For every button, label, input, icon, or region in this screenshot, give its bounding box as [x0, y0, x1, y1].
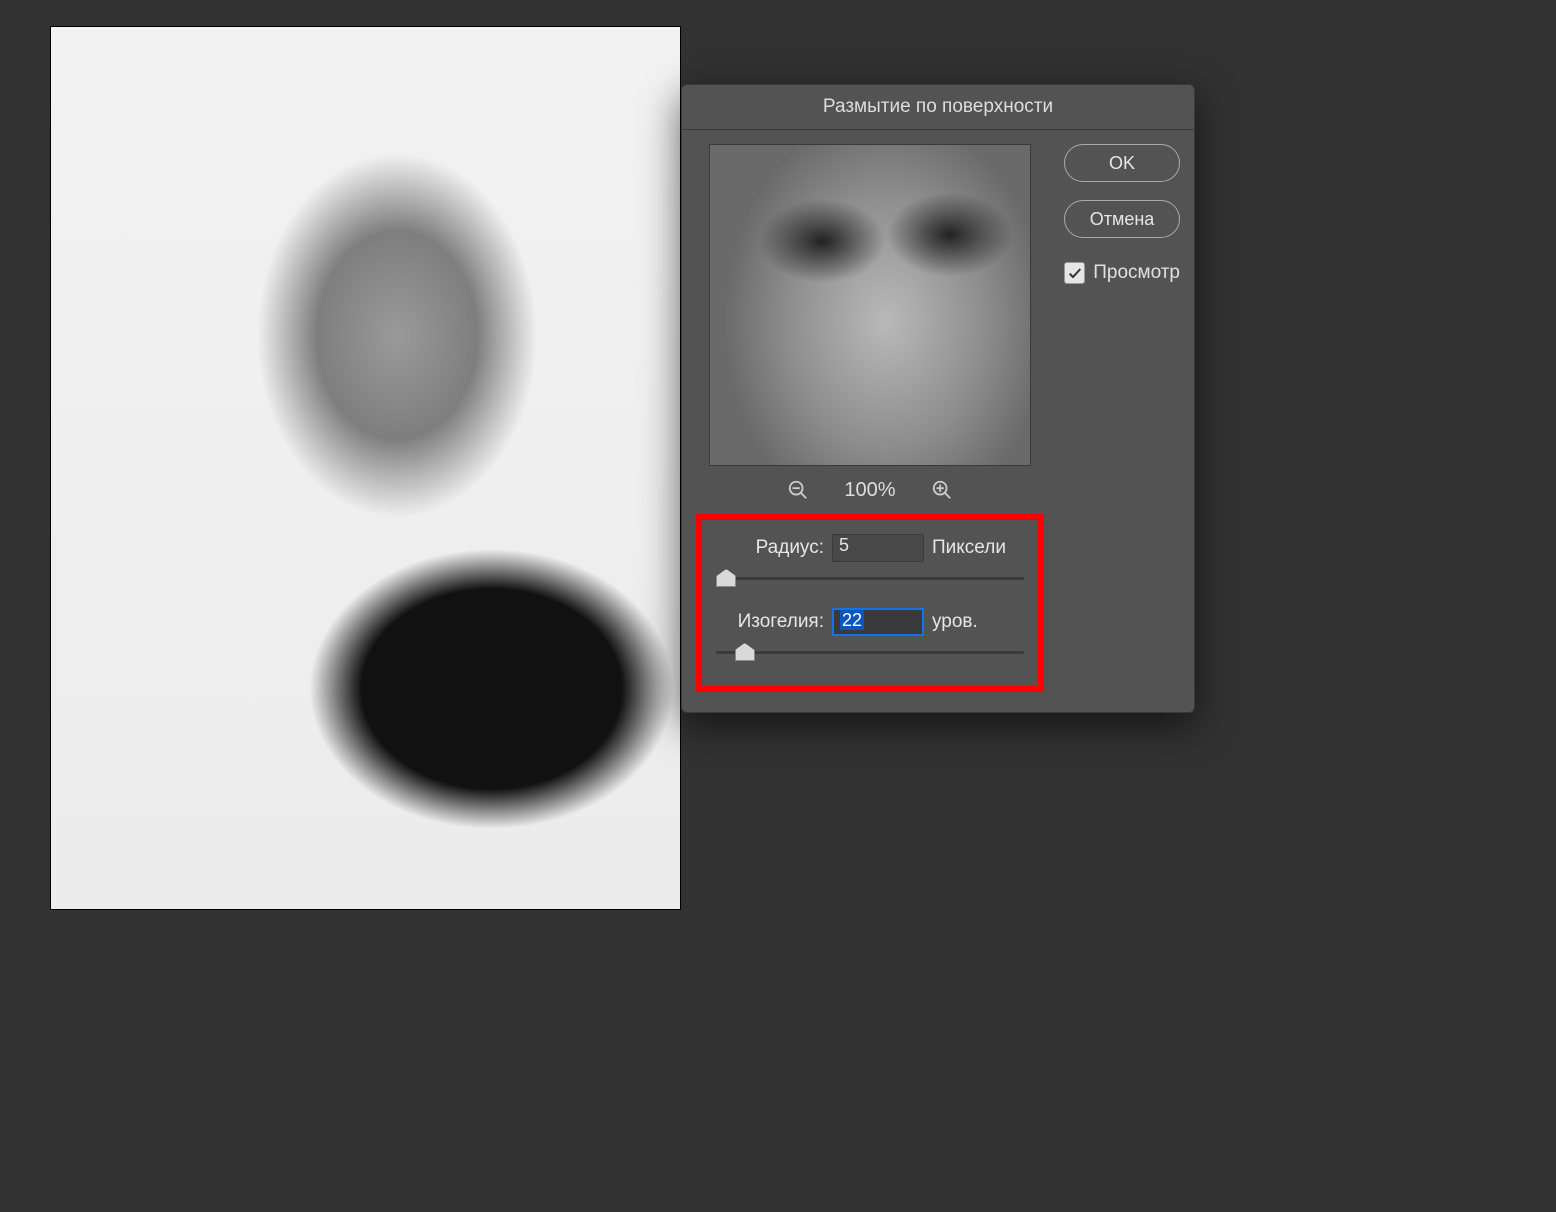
zoom-out-icon[interactable]	[784, 476, 812, 504]
document-canvas-image	[50, 26, 681, 910]
preview-checkbox[interactable]	[1064, 262, 1085, 284]
threshold-units: уров.	[932, 611, 1012, 633]
surface-blur-dialog: Размытие по поверхности 100% Радиус: 5 П…	[681, 84, 1195, 713]
ok-button[interactable]: OK	[1064, 144, 1180, 182]
cancel-button[interactable]: Отмена	[1064, 200, 1180, 238]
radius-units: Пиксели	[932, 537, 1012, 559]
preview-checkbox-label: Просмотр	[1093, 262, 1180, 284]
preview-image[interactable]	[709, 144, 1031, 466]
highlighted-controls: Радиус: 5 Пиксели Изогелия: 22 уров.	[696, 514, 1044, 692]
dialog-title: Размытие по поверхности	[682, 85, 1194, 130]
radius-input[interactable]: 5	[832, 534, 924, 562]
zoom-in-icon[interactable]	[928, 476, 956, 504]
threshold-input[interactable]: 22	[832, 608, 924, 636]
zoom-level: 100%	[840, 479, 900, 502]
radius-label: Радиус:	[728, 537, 824, 559]
threshold-label: Изогелия:	[728, 611, 824, 633]
radius-slider[interactable]	[716, 568, 1024, 588]
threshold-slider[interactable]	[716, 642, 1024, 662]
